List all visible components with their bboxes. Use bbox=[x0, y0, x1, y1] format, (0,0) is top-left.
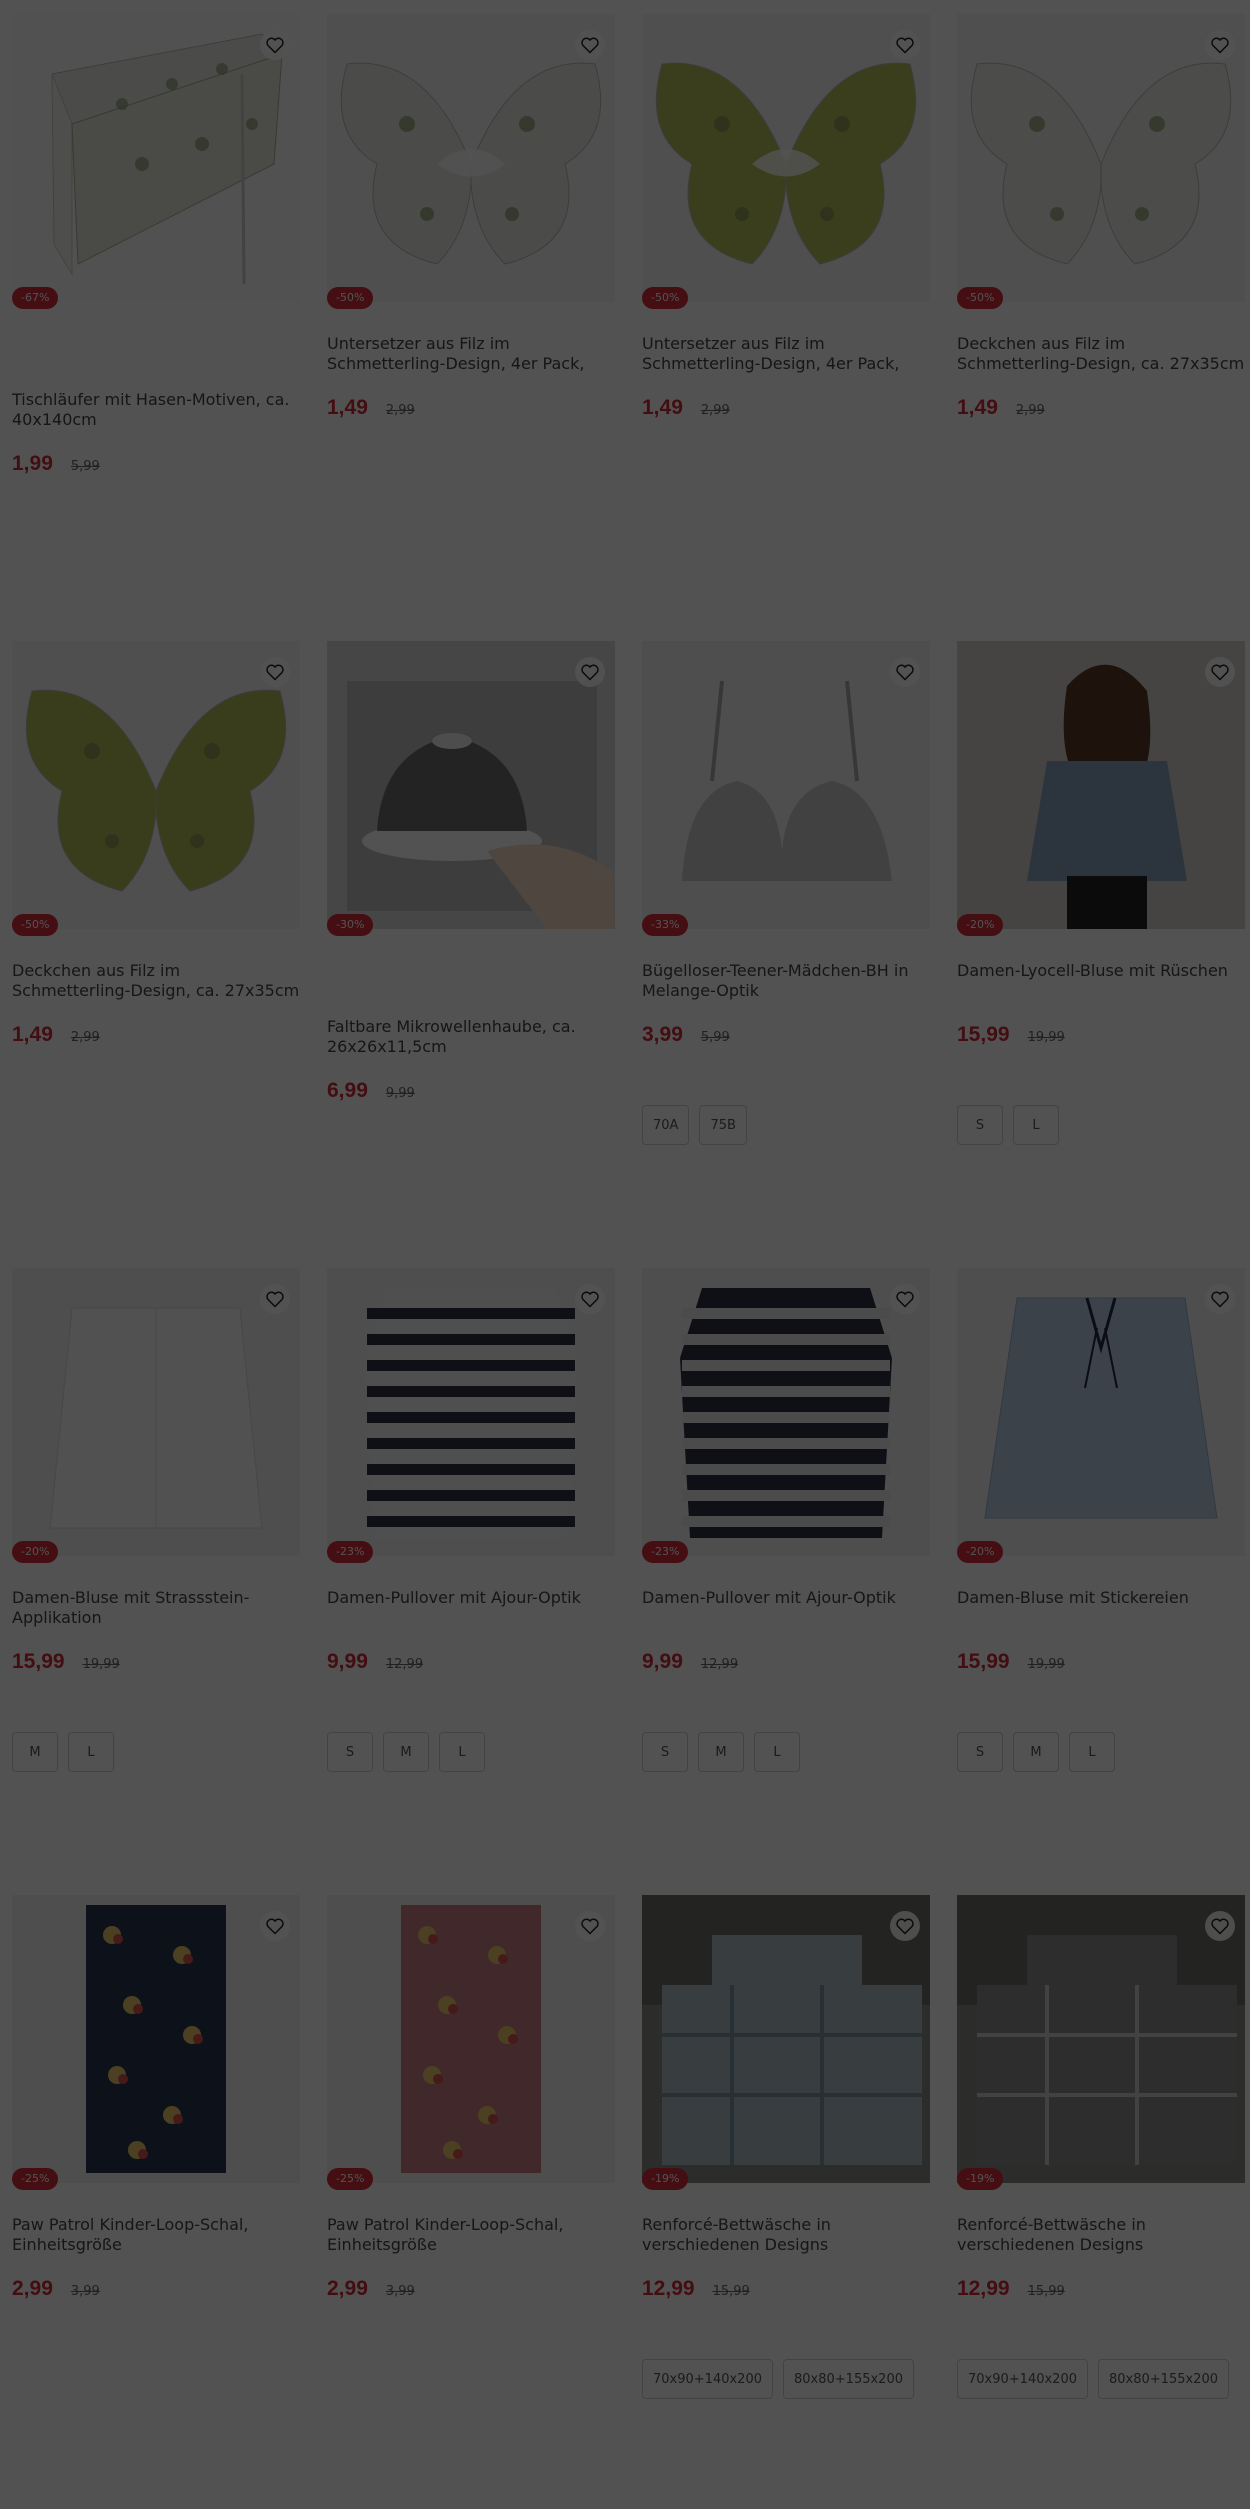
modal-backdrop-overlay[interactable] bbox=[0, 0, 1250, 2509]
